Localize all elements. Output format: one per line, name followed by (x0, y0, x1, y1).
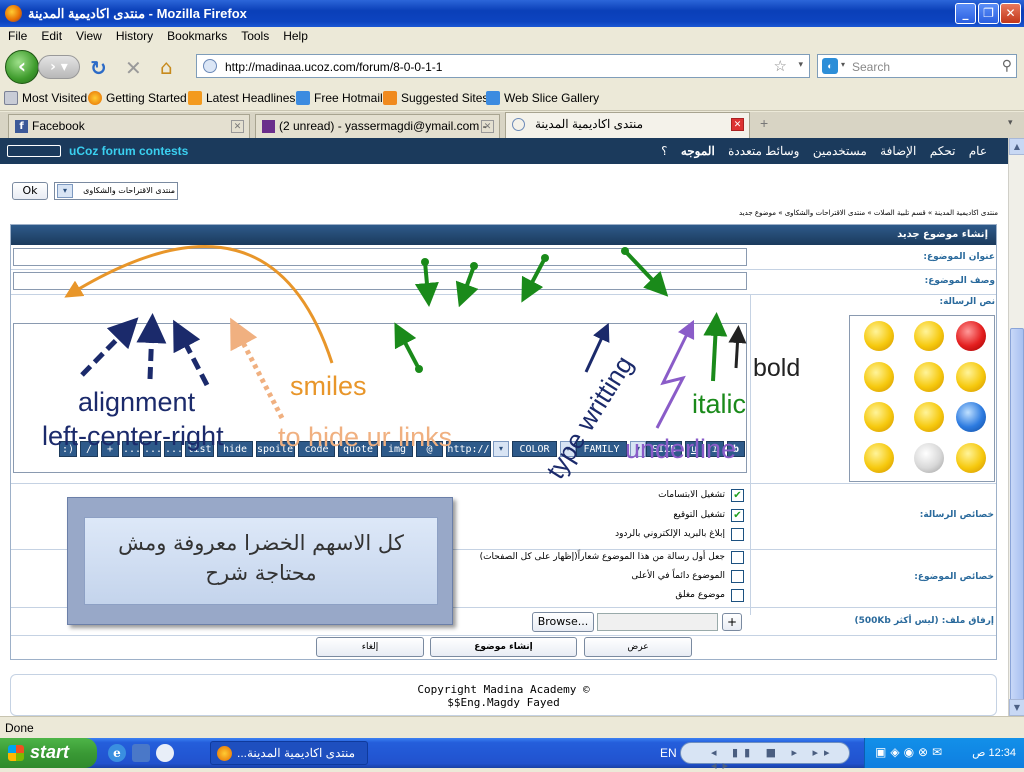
menu-history[interactable]: History (110, 27, 159, 45)
media-player-icon[interactable] (156, 744, 174, 762)
navigation-toolbar: ‹ › ▾ ↻ ✕ ⌂ http://madinaa.ucoz.com/foru… (0, 47, 1024, 87)
annotation-alignment: alignment (78, 387, 196, 417)
page-scrollbar[interactable]: ▲ ▼ (1008, 138, 1024, 716)
status-text: Done (5, 721, 34, 735)
suggested-sites-icon (383, 91, 397, 105)
tab-forum[interactable]: منتدى اكاديمية المدينة ✕ (505, 112, 750, 138)
tab-list-icon[interactable]: ▾ (1008, 117, 1013, 128)
search-engine-icon[interactable]: ◐ (822, 58, 838, 74)
bookmark-latest-headlines[interactable]: Latest Headlines (188, 91, 295, 105)
start-button[interactable]: start (0, 738, 97, 768)
site-icon (512, 118, 525, 132)
maximize-button[interactable]: ❐ (978, 3, 999, 24)
menu-bar: File Edit View History Bookmarks Tools Help (0, 27, 1024, 47)
tab-close-icon[interactable]: ✕ (731, 118, 744, 131)
quick-launch-icon[interactable] (132, 744, 150, 762)
tab-strip: f Facebook ✕ (2 unread) - yassermagdi@yma… (0, 112, 1024, 147)
menu-file[interactable]: File (2, 27, 33, 45)
annotation-italic: italic (692, 389, 747, 419)
tab-mail[interactable]: (2 unread) - yassermagdi@ymail.com - ...… (255, 114, 500, 147)
web-slice-icon (486, 91, 500, 105)
facebook-icon: f (15, 120, 28, 134)
taskbar: start e منتدى اكاديمية المدينة... EN ◂ ▮… (0, 738, 1024, 772)
search-placeholder: Search (852, 60, 891, 74)
tab-close-icon[interactable]: ✕ (231, 120, 244, 133)
menu-help[interactable]: Help (277, 27, 314, 45)
scroll-thumb[interactable] (1010, 328, 1024, 704)
page-viewport: uCoz forum contests عام تحكم الإضافة مست… (0, 138, 1008, 716)
annotation-hide-links: to hide ur links (278, 422, 453, 452)
annotation-alignment-sub: left-center-right (42, 421, 224, 451)
bookmark-suggested-sites[interactable]: Suggested Sites (383, 91, 488, 105)
url-bar[interactable]: http://madinaa.ucoz.com/forum/8-0-0-1-1 … (196, 54, 810, 78)
menu-bookmarks[interactable]: Bookmarks (161, 27, 233, 45)
note-text: كل الاسهم الخضرا معروفة ومش محتاجة شرح (84, 517, 438, 605)
language-indicator[interactable]: EN (660, 746, 677, 760)
media-controls-icon[interactable]: ◂ ▮▮ ■ ▸ ▸▸ ◂▸ (711, 746, 849, 772)
bookmark-star-icon[interactable]: ☆ (774, 57, 787, 75)
bookmark-getting-started[interactable]: Getting Started (88, 91, 187, 105)
windows-logo-icon (8, 745, 24, 761)
firefox-icon (88, 91, 102, 105)
url-text: http://madinaa.ucoz.com/forum/8-0-0-1-1 (225, 60, 443, 74)
bookmarks-toolbar: Most Visited Getting Started Latest Head… (0, 87, 1024, 111)
firefox-icon (217, 746, 232, 761)
new-tab-icon[interactable]: + (760, 115, 768, 131)
back-button[interactable]: ‹ (5, 50, 39, 84)
reload-icon[interactable]: ↻ (90, 56, 107, 80)
system-tray: ▣◈◉⊗✉ 12:34 ص (864, 738, 1024, 768)
mail-icon (262, 120, 275, 134)
menu-view[interactable]: View (70, 27, 108, 45)
note-frame: كل الاسهم الخضرا معروفة ومش محتاجة شرح (67, 497, 453, 625)
search-engine-dropdown-icon[interactable]: ▾ (841, 60, 845, 69)
window-title: منتدى اكاديمية المدينة - Mozilla Firefox (28, 6, 247, 21)
firefox-icon (5, 5, 22, 22)
rss-icon (188, 91, 202, 105)
window-titlebar: منتدى اكاديمية المدينة - Mozilla Firefox… (0, 0, 1024, 27)
msn-icon (296, 91, 310, 105)
magnifier-icon[interactable]: ⚲ (1002, 57, 1012, 74)
media-toolbar[interactable]: ◂ ▮▮ ■ ▸ ▸▸ ◂▸ (680, 742, 850, 772)
home-icon[interactable]: ⌂ (160, 55, 173, 79)
ie-icon[interactable]: e (108, 744, 126, 762)
annotation-underline: underline (625, 434, 737, 464)
annotation-bold: bold (753, 354, 801, 382)
bookmark-web-slice[interactable]: Web Slice Gallery (486, 91, 599, 105)
scroll-down-icon[interactable]: ▼ (1009, 699, 1024, 716)
stop-icon[interactable]: ✕ (125, 56, 142, 80)
taskbar-firefox-window[interactable]: منتدى اكاديمية المدينة... (210, 741, 368, 765)
site-identity-icon[interactable] (203, 59, 217, 73)
search-box[interactable]: ◐ ▾ Search ⚲ (817, 54, 1017, 78)
tray-icons[interactable]: ▣◈◉⊗✉ (875, 745, 946, 759)
scroll-up-icon[interactable]: ▲ (1009, 138, 1024, 155)
minimize-button[interactable]: _ (955, 3, 976, 24)
menu-edit[interactable]: Edit (35, 27, 68, 45)
bookmark-most-visited[interactable]: Most Visited (4, 91, 87, 105)
tab-close-icon[interactable]: ✕ (481, 120, 494, 133)
bookmark-free-hotmail[interactable]: Free Hotmail (296, 91, 383, 105)
close-button[interactable]: ✕ (1000, 3, 1021, 24)
folder-icon (4, 91, 18, 105)
menu-tools[interactable]: Tools (235, 27, 275, 45)
tab-facebook[interactable]: f Facebook ✕ (8, 114, 250, 138)
forward-button[interactable]: › ▾ (38, 55, 80, 79)
url-dropdown-icon[interactable]: ▾ (798, 59, 803, 70)
clock[interactable]: 12:34 ص (972, 746, 1016, 759)
status-bar: Done (0, 716, 1024, 738)
annotation-smiles: smiles (290, 371, 367, 401)
